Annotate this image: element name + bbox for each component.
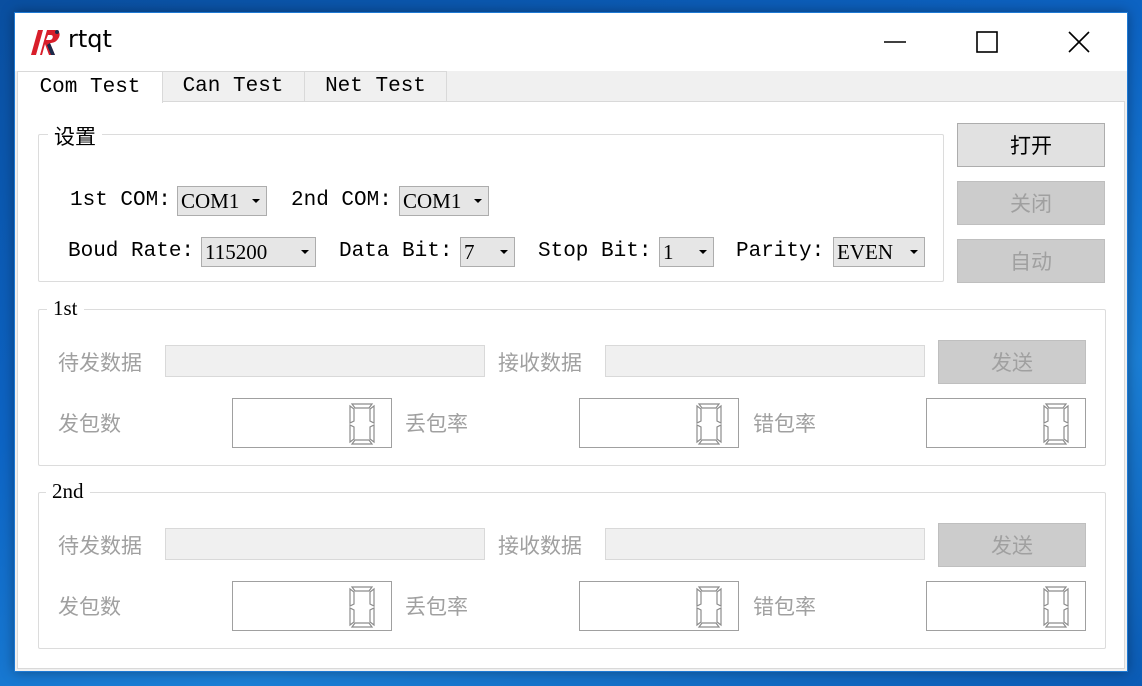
dropdown-arrow-icon <box>699 250 707 254</box>
first-sent-packets-display: 0 <box>232 398 392 448</box>
second-error-rate-label: 错包率 <box>753 596 816 619</box>
stop-bit-select[interactable]: 1 <box>659 237 714 267</box>
lcd-digit-zero <box>1043 586 1069 628</box>
second-com-label: 2nd COM: <box>291 189 392 212</box>
baud-rate-label: Boud Rate: <box>68 240 195 263</box>
title-bar[interactable]: rtqt <box>15 13 1127 71</box>
second-sent-packets-display: 0 <box>232 581 392 631</box>
second-loss-rate-display: 0 <box>579 581 739 631</box>
close-icon <box>1068 31 1090 53</box>
dropdown-arrow-icon <box>252 199 260 203</box>
second-send-button[interactable]: 发送 <box>938 523 1086 567</box>
parity-select[interactable]: EVEN <box>833 237 925 267</box>
window-title: rtqt <box>68 25 112 53</box>
first-port-group-title: 1st <box>47 296 84 321</box>
minimize-button[interactable] <box>849 13 941 71</box>
first-loss-rate-label: 丢包率 <box>405 413 468 436</box>
lcd-digit-zero <box>696 586 722 628</box>
lcd-digit-zero <box>349 586 375 628</box>
first-send-data-field[interactable] <box>165 345 485 377</box>
data-bit-value: 7 <box>464 239 475 264</box>
maximize-button[interactable] <box>941 13 1033 71</box>
first-loss-rate-display: 0 <box>579 398 739 448</box>
auto-button[interactable]: 自动 <box>957 239 1105 283</box>
second-loss-rate-label: 丢包率 <box>405 596 468 619</box>
second-receive-data-field[interactable] <box>605 528 925 560</box>
parity-label: Parity: <box>736 240 825 263</box>
first-com-value: COM1 <box>181 188 240 213</box>
tab-bar: Com Test Can Test Net Test <box>15 71 1127 103</box>
first-error-rate-label: 错包率 <box>753 413 816 436</box>
lcd-digit-zero <box>696 403 722 445</box>
settings-group-title: 设置 <box>48 121 102 151</box>
tab-can-test[interactable]: Can Test <box>161 71 305 101</box>
first-com-select[interactable]: COM1 <box>177 186 267 216</box>
first-sent-packets-label: 发包数 <box>58 413 121 436</box>
close-button[interactable] <box>1033 13 1125 71</box>
first-receive-data-label: 接收数据 <box>498 352 582 375</box>
dropdown-arrow-icon <box>910 250 918 254</box>
minimize-icon <box>884 41 906 43</box>
parity-value: EVEN <box>837 239 893 264</box>
com-test-panel: 设置 1st COM: COM1 2nd COM: COM1 Boud Rate… <box>17 101 1125 669</box>
maximize-icon <box>976 31 998 53</box>
first-receive-data-field[interactable] <box>605 345 925 377</box>
second-send-data-label: 待发数据 <box>58 535 142 558</box>
lcd-digit-zero <box>349 403 375 445</box>
second-port-group-title: 2nd <box>46 479 90 504</box>
dropdown-arrow-icon <box>301 250 309 254</box>
data-bit-label: Data Bit: <box>339 240 453 263</box>
second-sent-packets-label: 发包数 <box>58 596 121 619</box>
baud-rate-select[interactable]: 115200 <box>201 237 316 267</box>
open-button[interactable]: 打开 <box>957 123 1105 167</box>
first-send-button[interactable]: 发送 <box>938 340 1086 384</box>
second-send-data-field[interactable] <box>165 528 485 560</box>
second-com-value: COM1 <box>403 188 462 213</box>
data-bit-select[interactable]: 7 <box>460 237 515 267</box>
dropdown-arrow-icon <box>474 199 482 203</box>
second-com-select[interactable]: COM1 <box>399 186 489 216</box>
tab-net-test[interactable]: Net Test <box>304 71 447 101</box>
close-port-button[interactable]: 关闭 <box>957 181 1105 225</box>
second-receive-data-label: 接收数据 <box>498 535 582 558</box>
lcd-digit-zero <box>1043 403 1069 445</box>
first-com-label: 1st COM: <box>70 189 171 212</box>
stop-bit-value: 1 <box>663 239 674 264</box>
baud-rate-value: 115200 <box>205 239 268 264</box>
app-logo-icon <box>31 30 60 55</box>
second-error-rate-display: 0 <box>926 581 1086 631</box>
first-send-data-label: 待发数据 <box>58 352 142 375</box>
app-window: rtqt Com Test Can Test Net Test 设置 1st C… <box>14 12 1128 672</box>
dropdown-arrow-icon <box>500 250 508 254</box>
stop-bit-label: Stop Bit: <box>538 240 652 263</box>
tab-com-test[interactable]: Com Test <box>17 71 163 103</box>
first-error-rate-display: 0 <box>926 398 1086 448</box>
